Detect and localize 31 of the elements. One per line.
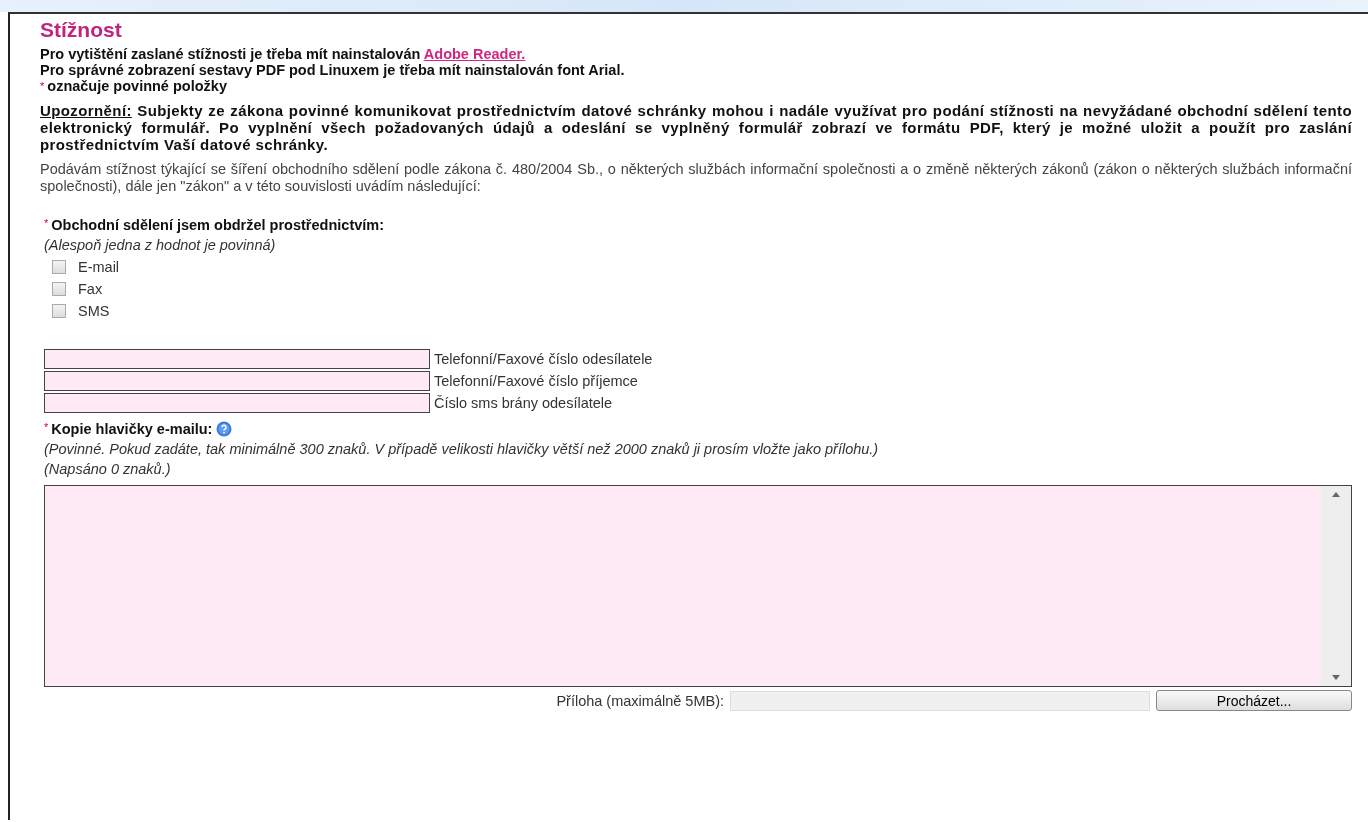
hint-text: (Povinné. Pokud zadáte, tak minimálně 300 znaků. V případě velikosti hlavičky větší než 2000 znaků ji prosím vložte jako přílohu.)	[44, 441, 880, 457]
input-field[interactable]	[44, 371, 430, 391]
adobe-reader-link[interactable]: Adobe Reader.	[423, 46, 526, 62]
field-label: Telefonní/Faxové číslo příjemce	[434, 373, 638, 389]
file-path-field[interactable]	[730, 690, 1150, 711]
scroll-up-arrow-icon[interactable]	[1332, 492, 1340, 497]
input-field[interactable]	[44, 349, 430, 369]
intro-text: Pro vytištění zaslané stížnosti je třeba mít nainstalován Adobe Reader.	[40, 46, 527, 62]
character-count: (Napsáno 0 znaků.)	[44, 461, 172, 477]
scrollbar[interactable]	[1321, 486, 1351, 686]
hint-text: (Alespoň jedna z hodnot je povinná)	[44, 237, 277, 253]
browse-button[interactable]: Procházet...	[1156, 690, 1352, 711]
field-label: Číslo sms brány odesílatele	[434, 395, 613, 411]
section-label: * Kopie hlavičky e-mailu:	[44, 421, 213, 437]
checkbox[interactable]	[52, 260, 66, 274]
checkbox[interactable]	[52, 304, 66, 318]
help-icon[interactable]	[216, 421, 233, 437]
checkbox-label: E-mail	[78, 259, 120, 275]
section-label: * Obchodní sdělení jsem obdržel prostřednictvím:	[44, 217, 386, 233]
checkbox-label: Fax	[78, 281, 103, 297]
checkbox-label: SMS	[78, 303, 110, 319]
scroll-down-arrow-icon[interactable]	[1332, 675, 1340, 680]
required-note: * označuje povinné položky	[40, 78, 228, 94]
warning-text: Upozornění: Subjekty ze zákona povinné komunikovat prostřednictvím datové schránky mohou i nadále využívat pro podání stížnosti na nevyžádané obchodní sdělení tento elektronický formulář. Po vyplnění všech požadovaných údajů a odeslání se vyplněný formulář zobrazí ve formátu PDF, který je možné uložit a použít pro zaslání prostřednictvím Vaší datové schránky.	[40, 102, 1352, 153]
description-text: Podávám stížnost týkající se šíření obchodního sdělení podle zákona č. 480/2004 Sb., o některých službách informační společnosti a o změně některých zákonů (zákon o některých službách informační společnosti), dále jen "zákon" a v této souvislosti uvádím následující:	[40, 161, 1352, 195]
field-label: Telefonní/Faxové číslo odesílatele	[434, 351, 653, 367]
font-note: Pro správné zobrazení sestavy PDF pod Linuxem je třeba mít nainstalován font Arial.	[40, 62, 626, 78]
checkbox[interactable]	[52, 282, 66, 296]
page-title: Stížnost	[40, 18, 123, 42]
attachment-label: Příloha (maximálně 5MB):	[556, 692, 724, 709]
input-field[interactable]	[44, 393, 430, 413]
